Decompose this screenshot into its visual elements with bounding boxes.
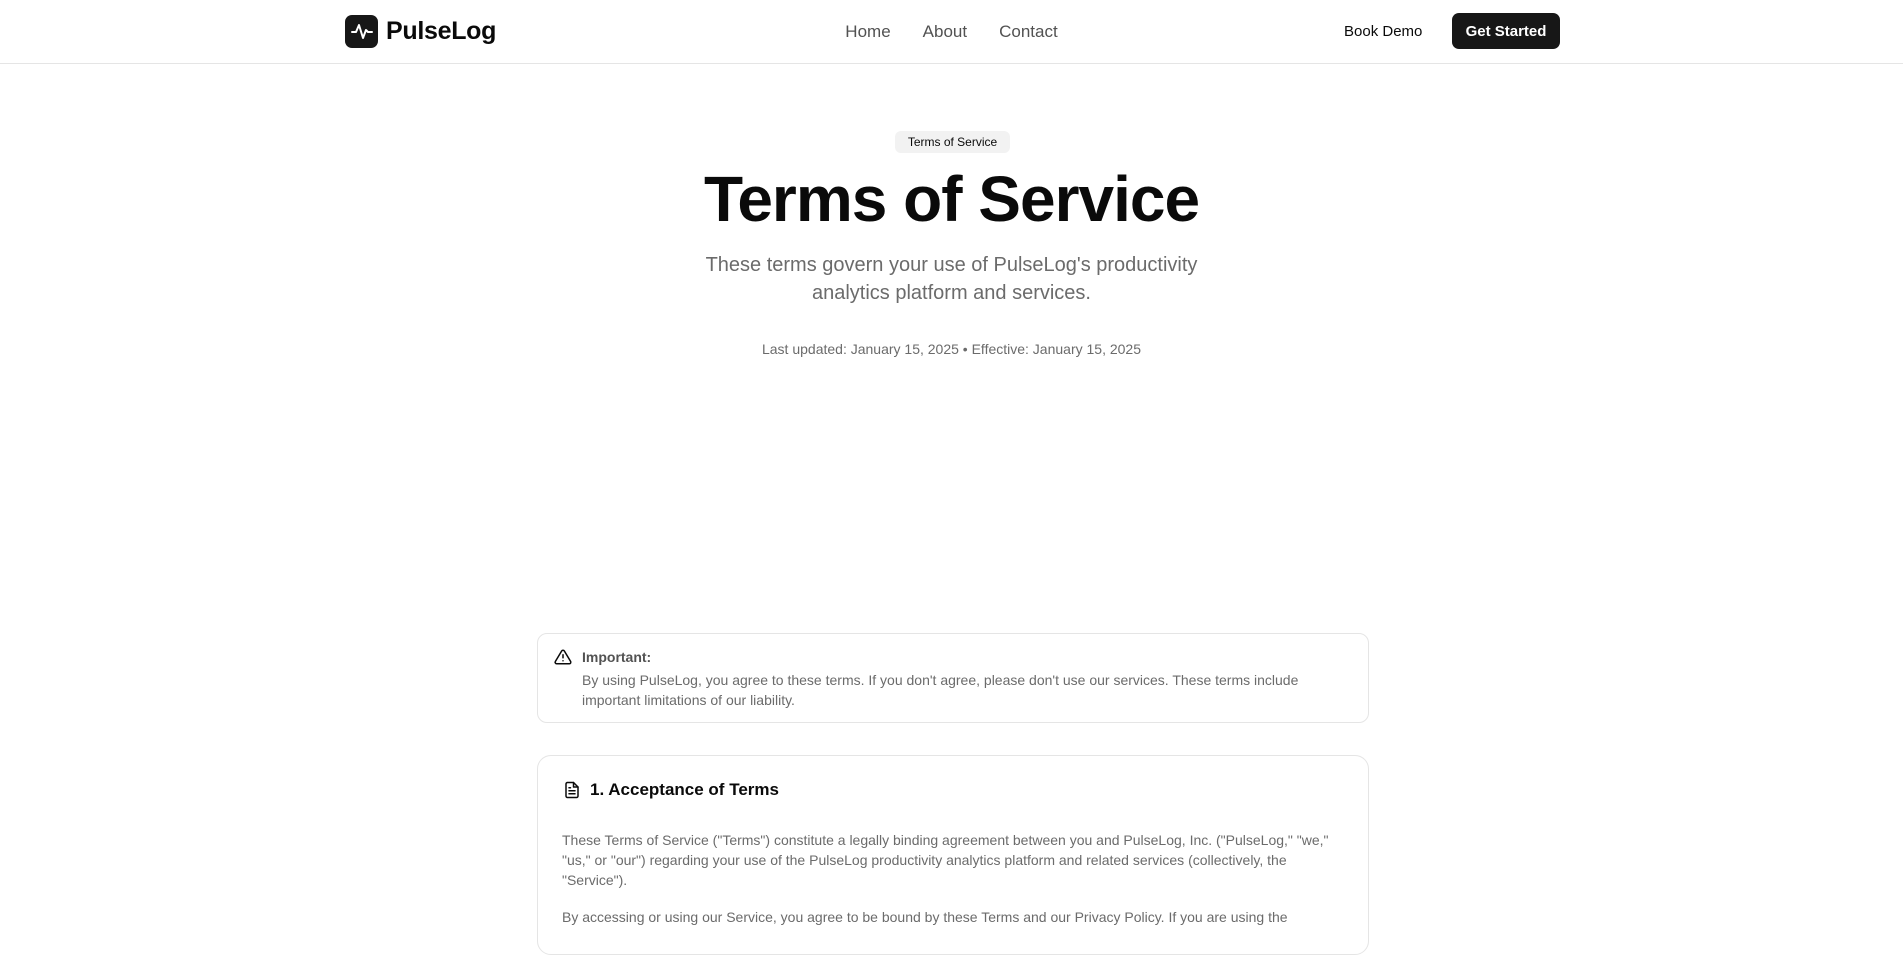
alert-body: By using PulseLog, you agree to these te… [582,672,1299,708]
last-updated-text: Last updated: January 15, 2025 • Effecti… [761,341,1142,357]
main-nav: Home About Contact [0,20,1903,44]
hero-subtitle: These terms govern your use of PulseLog'… [705,254,1198,304]
page-title: Terms of Service [703,163,1200,235]
nav-link-contact[interactable]: Contact [999,20,1058,44]
get-started-button[interactable]: Get Started [1452,13,1560,49]
hero-badge: Terms of Service [895,131,1010,153]
nav-link-about[interactable]: About [923,20,967,44]
book-demo-button[interactable]: Book Demo [1330,14,1436,48]
brand-link[interactable]: PulseLog [345,14,496,48]
top-navbar: PulseLog Home About Contact Book Demo Ge… [0,0,1903,64]
section-title: 1. Acceptance of Terms [590,780,779,799]
section-paragraph: These Terms of Service ("Terms") constit… [562,832,1329,888]
important-alert: Important: By using PulseLog, you agree … [537,633,1369,723]
alert-title: Important: [582,649,652,665]
section-acceptance-of-terms: 1. Acceptance of Terms These Terms of Se… [537,755,1369,955]
nav-link-home[interactable]: Home [845,20,890,44]
document-icon [563,780,581,800]
brand-name: PulseLog [386,16,497,45]
section-paragraph: By accessing or using our Service, you a… [562,909,1288,925]
pulse-logo-icon [345,14,378,48]
warning-triangle-icon [554,648,572,666]
